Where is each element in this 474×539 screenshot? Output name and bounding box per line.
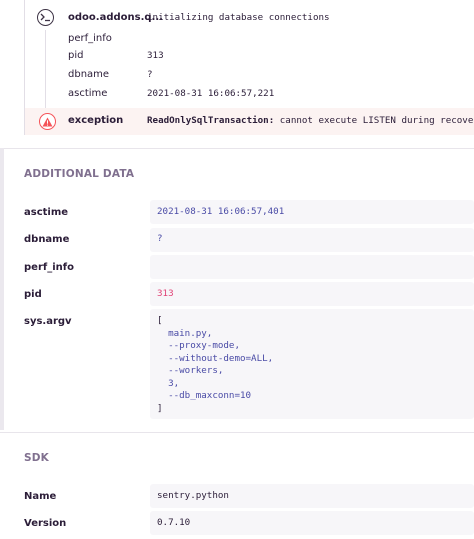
additional-data-key: sys.argv — [24, 316, 72, 327]
sdk-title: SDK — [24, 452, 50, 464]
exception-label: exception — [68, 115, 124, 126]
warning-icon — [39, 113, 56, 130]
additional-data-value: 2021-08-31 16:06:57,401 — [157, 206, 285, 217]
additional-data-value: 313 — [157, 288, 174, 299]
breadcrumb-data-key: pid — [68, 50, 84, 61]
section-divider — [0, 148, 474, 149]
breadcrumb-message: initializing database connections — [147, 12, 330, 23]
argv-item: --db_maxconn=10 — [157, 390, 252, 401]
additional-data-key: pid — [24, 289, 42, 300]
sdk-key: Name — [24, 491, 57, 502]
exception-message: cannot execute LISTEN during recovery — [274, 115, 474, 126]
breadcrumb-data-value: 2021-08-31 16:06:57,221 — [147, 88, 275, 99]
argv-item: --without-demo=ALL, — [157, 352, 274, 364]
section-divider — [0, 432, 474, 433]
terminal-icon — [37, 9, 54, 26]
argv-item: --workers, — [157, 365, 224, 376]
argv-item: 3, — [157, 377, 180, 389]
breadcrumb-data-key: asctime — [68, 88, 108, 99]
breadcrumb-data-value: 313 — [147, 50, 164, 61]
exception-breadcrumb-row: exception ReadOnlySqlTransaction: cannot… — [24, 108, 474, 135]
sdk-value: 0.7.10 — [157, 517, 191, 528]
sys-argv-list: [ main.py, --proxy-mode, --without-demo=… — [157, 315, 273, 415]
additional-data-key: asctime — [24, 207, 69, 218]
argv-bracket: [ — [157, 315, 163, 326]
additional-data-value: ? — [157, 233, 163, 244]
sys-argv-value-box: [ main.py, --proxy-mode, --without-demo=… — [150, 309, 474, 419]
breadcrumb-data-key: perf_info — [68, 33, 112, 44]
exception-type: ReadOnlySqlTransaction: — [147, 115, 275, 126]
sdk-value: sentry.python — [157, 490, 229, 501]
argv-item: main.py, — [157, 327, 213, 339]
exception-value: ReadOnlySqlTransaction: cannot execute L… — [147, 115, 474, 126]
sdk-key: Version — [24, 518, 67, 529]
sdk-value-box: 0.7.10 — [150, 511, 474, 535]
breadcrumb-data-value: ? — [147, 69, 153, 80]
argv-item: --proxy-mode, — [157, 340, 240, 351]
section-side-strip — [0, 148, 4, 430]
argv-bracket: ] — [157, 402, 163, 414]
breadcrumb-timeline-line — [45, 30, 46, 108]
additional-data-key: dbname — [24, 234, 70, 245]
additional-data-title: ADDITIONAL DATA — [24, 168, 135, 180]
additional-data-value-box — [150, 255, 474, 279]
sdk-value-box: sentry.python — [150, 484, 474, 508]
breadcrumb-data-key: dbname — [68, 69, 110, 80]
additional-data-value-box: 2021-08-31 16:06:57,401 — [150, 200, 474, 224]
additional-data-value-box: ? — [150, 228, 474, 252]
additional-data-value-box: 313 — [150, 282, 474, 306]
additional-data-key: perf_info — [24, 262, 74, 273]
